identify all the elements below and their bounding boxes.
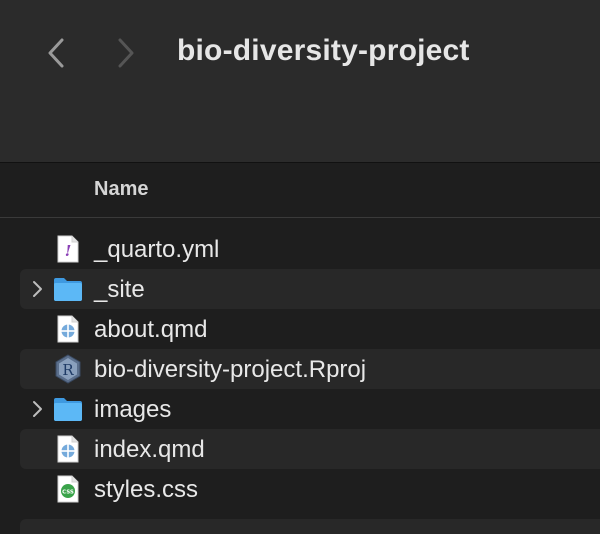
column-header: Name xyxy=(0,163,600,218)
chevron-right-icon xyxy=(118,38,134,68)
back-button[interactable] xyxy=(38,32,74,74)
file-row-images[interactable]: images xyxy=(20,389,600,429)
yaml-file-icon: ! xyxy=(53,234,83,264)
file-row-site[interactable]: _site xyxy=(20,269,600,309)
toolbar: bio-diversity-project xyxy=(0,0,600,163)
finder-window: bio-diversity-project Name ! _quarto.yml xyxy=(0,0,600,534)
folder-icon xyxy=(53,274,83,304)
file-list: ! _quarto.yml _site about.qmd R bio-dive… xyxy=(0,229,600,534)
name-column-header[interactable]: Name xyxy=(94,178,148,201)
chevron-right-icon xyxy=(33,281,42,297)
file-row-styles-css[interactable]: CSS styles.css xyxy=(20,469,600,509)
empty-row xyxy=(20,519,600,534)
chevron-left-icon xyxy=(48,38,64,68)
rproj-file-icon: R xyxy=(53,354,83,384)
window-title: bio-diversity-project xyxy=(177,34,470,67)
svg-text:R: R xyxy=(62,361,74,379)
svg-text:!: ! xyxy=(65,242,72,260)
file-row-about-qmd[interactable]: about.qmd xyxy=(20,309,600,349)
file-name: index.qmd xyxy=(94,436,205,463)
file-name: images xyxy=(94,396,172,423)
quarto-file-icon xyxy=(53,434,83,464)
css-file-icon: CSS xyxy=(53,474,83,504)
file-row-quarto-yml[interactable]: ! _quarto.yml xyxy=(20,229,600,269)
disclosure-triangle[interactable] xyxy=(29,399,45,419)
file-name: about.qmd xyxy=(94,316,208,343)
file-name: _site xyxy=(94,276,145,303)
file-row-index-qmd[interactable]: index.qmd xyxy=(20,429,600,469)
chevron-right-icon xyxy=(33,401,42,417)
file-row-rproj[interactable]: R bio-diversity-project.Rproj xyxy=(20,349,600,389)
forward-button[interactable] xyxy=(108,32,144,74)
svg-text:CSS: CSS xyxy=(62,490,74,496)
quarto-file-icon xyxy=(53,314,83,344)
file-name: styles.css xyxy=(94,476,199,503)
disclosure-triangle[interactable] xyxy=(29,279,45,299)
folder-icon xyxy=(53,394,83,424)
file-name: _quarto.yml xyxy=(94,236,220,263)
file-name: bio-diversity-project.Rproj xyxy=(94,356,367,383)
